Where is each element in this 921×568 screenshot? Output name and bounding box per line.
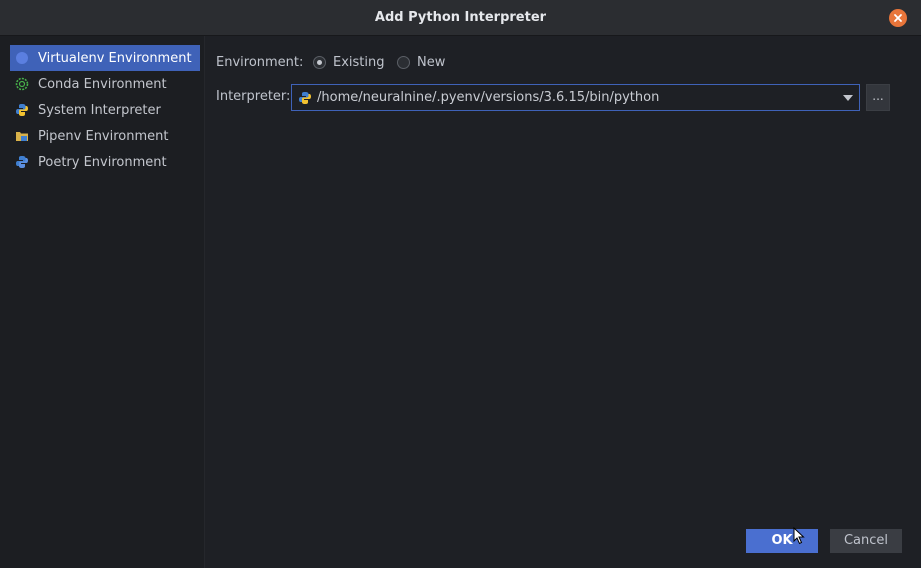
mouse-pointer-icon	[793, 527, 805, 545]
browse-interpreter-button[interactable]: ...	[866, 84, 890, 111]
existing-radio-label[interactable]: Existing	[333, 55, 385, 70]
chevron-down-icon[interactable]	[843, 95, 853, 101]
sidebar-item-label: Conda Environment	[38, 76, 167, 92]
new-radio-label[interactable]: New	[417, 55, 445, 70]
sidebar-item-label: Pipenv Environment	[38, 128, 169, 144]
ok-button[interactable]: OK	[746, 529, 818, 553]
close-button[interactable]	[889, 9, 907, 27]
close-icon	[894, 14, 902, 22]
interpreter-label: Interpreter:	[216, 89, 291, 104]
python-icon	[14, 102, 30, 118]
existing-radio-option[interactable]: Existing	[313, 55, 385, 70]
dialog-content: Virtualenv Environment Conda Environment…	[0, 36, 921, 568]
conda-icon	[14, 76, 30, 92]
sidebar-item-label: Virtualenv Environment	[38, 50, 192, 66]
virtualenv-icon	[14, 50, 30, 66]
existing-radio[interactable]	[313, 56, 326, 69]
sidebar-item-label: System Interpreter	[38, 102, 161, 118]
sidebar-item-system-interpreter[interactable]: System Interpreter	[10, 97, 200, 123]
sidebar-item-poetry[interactable]: Poetry Environment	[10, 149, 200, 175]
new-radio-option[interactable]: New	[397, 55, 445, 70]
interpreter-select[interactable]: /home/neuralnine/.pyenv/versions/3.6.15/…	[291, 84, 860, 111]
interpreter-path-value: /home/neuralnine/.pyenv/versions/3.6.15/…	[317, 90, 660, 105]
python-icon	[299, 91, 311, 104]
dialog-title: Add Python Interpreter	[374, 10, 547, 25]
poetry-icon	[14, 154, 30, 170]
pipenv-folder-icon	[14, 128, 30, 144]
sidebar-item-virtualenv[interactable]: Virtualenv Environment	[10, 45, 200, 71]
sidebar-item-label: Poetry Environment	[38, 154, 167, 170]
new-radio[interactable]	[397, 56, 410, 69]
sidebar-item-conda[interactable]: Conda Environment	[10, 71, 200, 97]
environment-type-list: Virtualenv Environment Conda Environment…	[0, 36, 205, 568]
environment-label: Environment:	[216, 55, 304, 70]
sidebar-item-pipenv[interactable]: Pipenv Environment	[10, 123, 200, 149]
dialog-titlebar: Add Python Interpreter	[0, 0, 921, 36]
cancel-button[interactable]: Cancel	[830, 529, 902, 553]
